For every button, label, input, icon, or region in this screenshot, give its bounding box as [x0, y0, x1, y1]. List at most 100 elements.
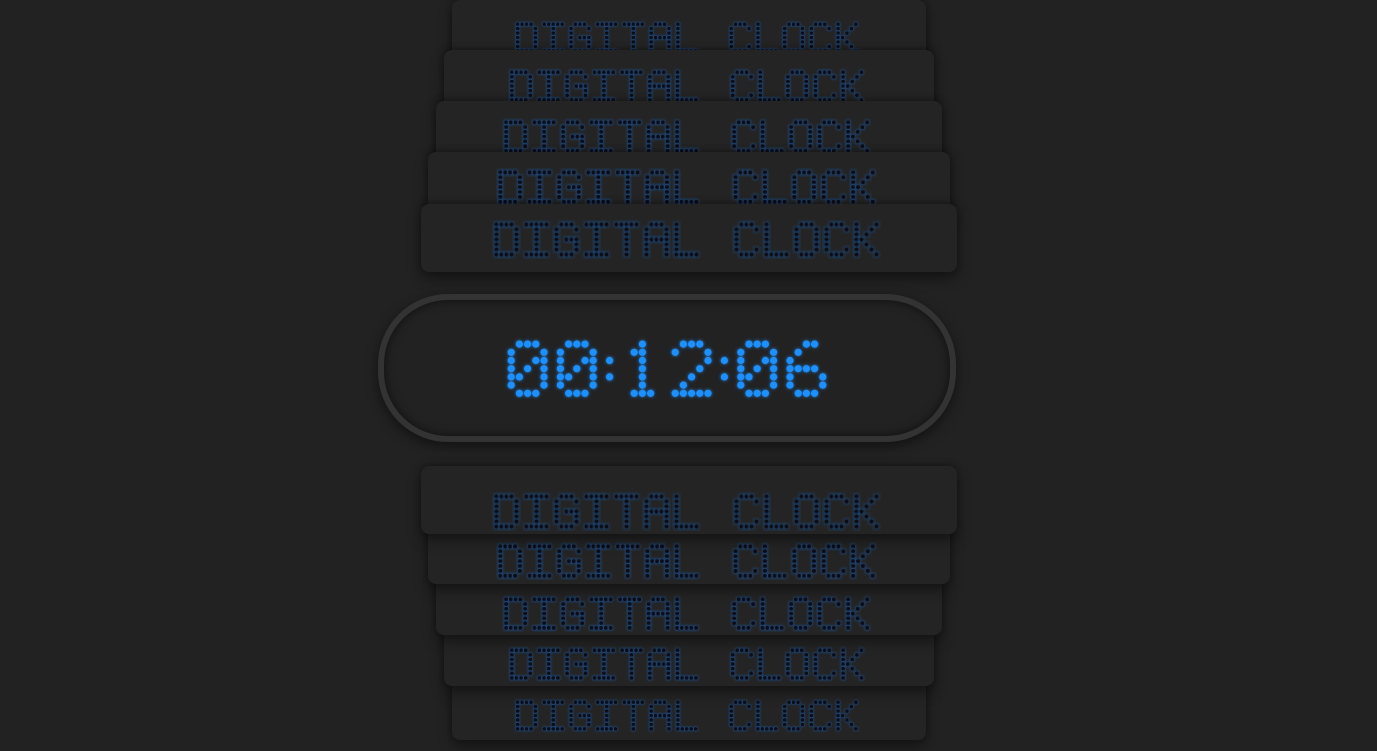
dot	[786, 727, 791, 731]
glyph-k	[853, 494, 879, 529]
dot	[644, 563, 649, 569]
dot	[540, 356, 548, 365]
dot	[664, 549, 669, 554]
dot	[762, 573, 767, 578]
dot	[757, 84, 762, 89]
dot	[595, 185, 600, 190]
dot	[683, 252, 689, 257]
dot	[619, 648, 624, 653]
glyph-g	[560, 597, 584, 630]
dot	[515, 22, 520, 27]
dot	[546, 662, 551, 667]
dot	[826, 722, 831, 727]
dot	[845, 125, 850, 130]
dot	[655, 611, 660, 616]
dot	[648, 26, 653, 31]
dot	[627, 621, 632, 626]
dot	[560, 125, 565, 130]
dot	[747, 573, 752, 578]
dot	[757, 648, 762, 653]
dot	[625, 180, 630, 185]
glyph-k	[850, 170, 875, 204]
dot	[788, 139, 793, 144]
dot	[541, 648, 546, 653]
glyph-i	[542, 700, 564, 731]
dot	[850, 611, 855, 616]
dot	[870, 170, 875, 175]
dot	[785, 666, 790, 671]
dot	[823, 509, 829, 514]
dot	[733, 242, 739, 247]
dot	[513, 232, 519, 237]
dot	[757, 74, 762, 79]
dot	[791, 563, 796, 569]
dot	[646, 602, 651, 607]
dot	[693, 524, 699, 529]
dot	[503, 606, 508, 611]
dot	[666, 709, 671, 713]
dot	[737, 381, 745, 389]
dot	[571, 573, 576, 578]
dot	[647, 652, 652, 657]
dot	[536, 573, 542, 578]
dot	[732, 559, 738, 564]
dot	[652, 70, 656, 75]
dot	[838, 494, 844, 499]
dot	[658, 237, 664, 242]
dot	[788, 602, 793, 607]
dot	[565, 120, 570, 125]
dot	[665, 662, 670, 667]
dot	[675, 79, 679, 84]
glyph-a	[647, 70, 670, 102]
dot	[513, 237, 519, 242]
dot	[782, 40, 787, 44]
dot	[646, 606, 651, 611]
dot	[763, 247, 769, 252]
glyph-i	[532, 120, 556, 153]
dot	[693, 675, 698, 680]
dot	[623, 242, 629, 247]
dot	[791, 559, 796, 564]
dot	[538, 222, 544, 227]
dot	[811, 340, 819, 348]
dot	[757, 70, 762, 75]
dot	[663, 232, 669, 237]
dot	[748, 74, 753, 79]
dot	[762, 559, 767, 564]
dot	[745, 373, 753, 381]
dot	[537, 675, 541, 680]
dot	[788, 125, 793, 130]
dot	[794, 675, 799, 680]
dot	[556, 554, 561, 559]
dot	[644, 175, 649, 180]
glyph-l	[675, 22, 698, 53]
dot	[675, 84, 679, 89]
dot	[733, 519, 739, 524]
dot	[533, 247, 539, 252]
dot	[533, 222, 539, 227]
dot	[745, 120, 750, 125]
dot	[598, 524, 604, 529]
glyph-i	[592, 648, 615, 680]
dot	[831, 625, 836, 630]
dot	[593, 237, 599, 242]
dot	[579, 134, 584, 139]
dot	[647, 662, 652, 667]
dot	[646, 611, 651, 616]
dot	[742, 170, 747, 175]
dot	[763, 494, 769, 499]
dot	[601, 671, 606, 676]
dot	[515, 722, 520, 727]
glyph-i	[585, 544, 610, 578]
dot	[803, 666, 808, 671]
dot	[503, 120, 508, 125]
dot	[744, 648, 748, 653]
dot	[598, 602, 603, 607]
dot	[563, 509, 569, 514]
dot	[811, 185, 816, 190]
dot	[683, 524, 689, 529]
dot	[854, 652, 859, 657]
dot	[527, 93, 532, 98]
dot	[600, 170, 605, 175]
dot	[799, 70, 804, 75]
